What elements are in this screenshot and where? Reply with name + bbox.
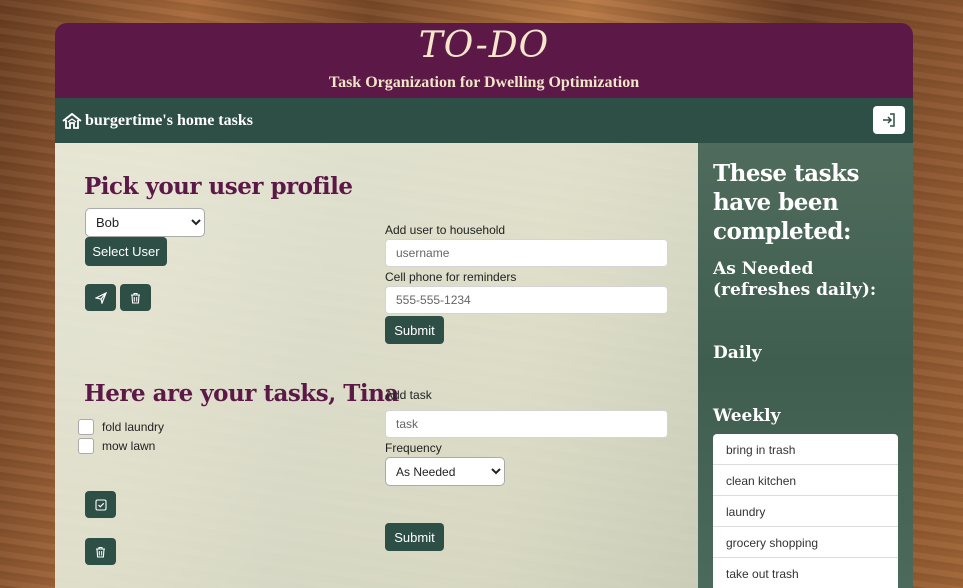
frequency-select[interactable]: As Needed [385,457,505,486]
user-select[interactable]: Bob [85,208,205,237]
delete-task-button[interactable] [85,538,116,565]
phone-input[interactable] [385,286,668,314]
delete-user-button[interactable] [120,284,151,311]
add-task-label: Add task [385,388,432,402]
task-input[interactable] [385,410,668,438]
trash-icon [96,546,105,558]
header-banner: TO-DO Task Organization for Dwelling Opt… [55,23,913,98]
navbar: burgertime's home tasks [55,98,913,143]
task-list: fold laundry mow lawn [78,417,164,455]
list-item: laundry [713,496,898,527]
complete-task-button[interactable] [85,491,116,518]
main-panel: Pick your user profile Bob Select User A… [55,143,698,588]
task-label: mow lawn [102,438,156,453]
profile-heading: Pick your user profile [84,173,353,200]
trash-icon [131,292,140,304]
navbar-brand[interactable]: burgertime's home tasks [62,112,253,130]
username-input[interactable] [385,239,668,267]
tasks-heading: Here are your tasks, Tina [84,380,399,407]
login-icon [883,113,895,127]
list-item: clean kitchen [713,465,898,496]
add-user-label: Add user to household [385,223,506,237]
send-icon [94,291,107,304]
list-item[interactable]: fold laundry [78,417,164,436]
completed-heading: These tasks have been completed: [713,160,859,245]
completed-sidebar: These tasks have been completed: As Need… [698,143,913,588]
section-as-needed: As Needed (refreshes daily): [713,259,877,300]
add-user-submit-button[interactable]: Submit [385,316,444,344]
weekly-completed-list: bring in trash clean kitchen laundry gro… [713,434,898,588]
send-reminder-button[interactable] [85,284,116,311]
add-task-submit-button[interactable]: Submit [385,523,444,551]
list-item: take out trash [713,558,898,588]
check-square-icon [94,498,107,511]
section-daily: Daily [713,343,762,363]
list-item: grocery shopping [713,527,898,558]
app-window: TO-DO Task Organization for Dwelling Opt… [55,23,913,588]
select-user-button[interactable]: Select User [85,237,167,266]
section-weekly: Weekly [713,406,781,426]
list-item: bring in trash [713,434,898,465]
task-checkbox[interactable] [78,418,94,435]
phone-label: Cell phone for reminders [385,270,517,284]
list-item[interactable]: mow lawn [78,436,164,455]
house-icon [62,112,82,129]
login-button[interactable] [873,106,905,134]
app-title: TO-DO [418,25,550,66]
app-subtitle: Task Organization for Dwelling Optimizat… [328,74,640,91]
brand-label: burgertime's home tasks [85,111,253,129]
frequency-label: Frequency [385,441,442,455]
task-checkbox[interactable] [78,437,94,454]
task-label: fold laundry [102,419,165,434]
